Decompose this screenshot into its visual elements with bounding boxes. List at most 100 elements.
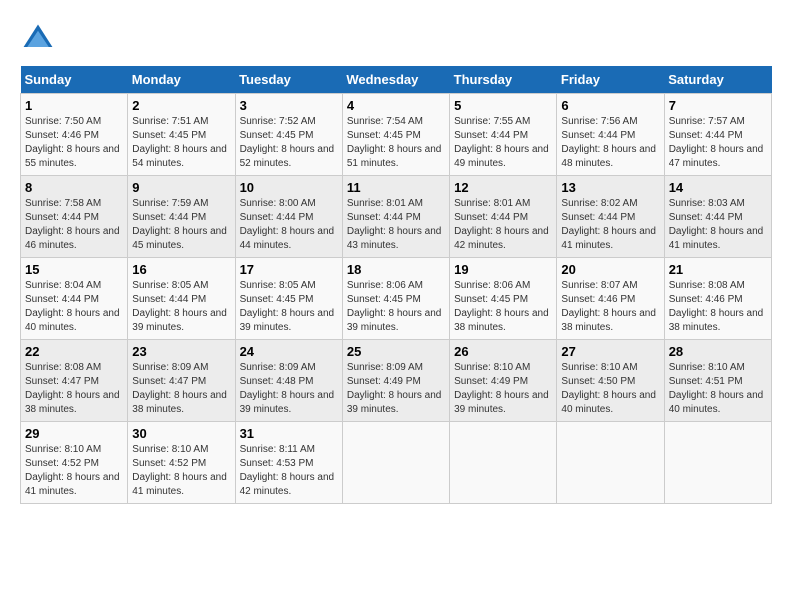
day-cell: 1 Sunrise: 7:50 AM Sunset: 4:46 PM Dayli… [21,94,128,176]
day-detail: Sunrise: 8:11 AM Sunset: 4:53 PM Dayligh… [240,443,338,499]
week-row-1: 1 Sunrise: 7:50 AM Sunset: 4:46 PM Dayli… [21,94,772,176]
day-header-friday: Friday [557,66,664,94]
header [20,20,772,56]
day-detail: Sunrise: 8:01 AM Sunset: 4:44 PM Dayligh… [454,197,552,253]
day-number: 21 [669,262,767,277]
day-number: 24 [240,344,338,359]
day-cell: 19 Sunrise: 8:06 AM Sunset: 4:45 PM Dayl… [450,258,557,340]
week-row-5: 29 Sunrise: 8:10 AM Sunset: 4:52 PM Dayl… [21,422,772,504]
day-detail: Sunrise: 7:52 AM Sunset: 4:45 PM Dayligh… [240,115,338,171]
day-cell [664,422,771,504]
day-number: 31 [240,426,338,441]
week-row-2: 8 Sunrise: 7:58 AM Sunset: 4:44 PM Dayli… [21,176,772,258]
day-cell: 18 Sunrise: 8:06 AM Sunset: 4:45 PM Dayl… [342,258,449,340]
day-detail: Sunrise: 8:10 AM Sunset: 4:52 PM Dayligh… [25,443,123,499]
day-cell: 9 Sunrise: 7:59 AM Sunset: 4:44 PM Dayli… [128,176,235,258]
day-number: 27 [561,344,659,359]
day-detail: Sunrise: 7:50 AM Sunset: 4:46 PM Dayligh… [25,115,123,171]
day-detail: Sunrise: 7:56 AM Sunset: 4:44 PM Dayligh… [561,115,659,171]
logo-icon [20,20,56,56]
day-detail: Sunrise: 8:09 AM Sunset: 4:47 PM Dayligh… [132,361,230,417]
day-cell: 12 Sunrise: 8:01 AM Sunset: 4:44 PM Dayl… [450,176,557,258]
day-detail: Sunrise: 8:06 AM Sunset: 4:45 PM Dayligh… [454,279,552,335]
day-header-thursday: Thursday [450,66,557,94]
day-detail: Sunrise: 8:00 AM Sunset: 4:44 PM Dayligh… [240,197,338,253]
day-cell: 8 Sunrise: 7:58 AM Sunset: 4:44 PM Dayli… [21,176,128,258]
day-cell: 10 Sunrise: 8:00 AM Sunset: 4:44 PM Dayl… [235,176,342,258]
day-header-wednesday: Wednesday [342,66,449,94]
day-detail: Sunrise: 8:05 AM Sunset: 4:44 PM Dayligh… [132,279,230,335]
day-number: 8 [25,180,123,195]
day-number: 20 [561,262,659,277]
day-cell [450,422,557,504]
day-detail: Sunrise: 8:10 AM Sunset: 4:50 PM Dayligh… [561,361,659,417]
day-cell: 23 Sunrise: 8:09 AM Sunset: 4:47 PM Dayl… [128,340,235,422]
day-cell: 28 Sunrise: 8:10 AM Sunset: 4:51 PM Dayl… [664,340,771,422]
day-cell: 3 Sunrise: 7:52 AM Sunset: 4:45 PM Dayli… [235,94,342,176]
day-detail: Sunrise: 8:09 AM Sunset: 4:49 PM Dayligh… [347,361,445,417]
day-detail: Sunrise: 8:06 AM Sunset: 4:45 PM Dayligh… [347,279,445,335]
week-row-4: 22 Sunrise: 8:08 AM Sunset: 4:47 PM Dayl… [21,340,772,422]
day-number: 5 [454,98,552,113]
day-cell: 13 Sunrise: 8:02 AM Sunset: 4:44 PM Dayl… [557,176,664,258]
day-cell: 22 Sunrise: 8:08 AM Sunset: 4:47 PM Dayl… [21,340,128,422]
day-detail: Sunrise: 7:57 AM Sunset: 4:44 PM Dayligh… [669,115,767,171]
day-number: 9 [132,180,230,195]
day-number: 6 [561,98,659,113]
day-number: 19 [454,262,552,277]
day-cell: 11 Sunrise: 8:01 AM Sunset: 4:44 PM Dayl… [342,176,449,258]
day-detail: Sunrise: 8:08 AM Sunset: 4:47 PM Dayligh… [25,361,123,417]
day-number: 23 [132,344,230,359]
day-cell: 31 Sunrise: 8:11 AM Sunset: 4:53 PM Dayl… [235,422,342,504]
day-detail: Sunrise: 8:10 AM Sunset: 4:49 PM Dayligh… [454,361,552,417]
day-number: 15 [25,262,123,277]
day-header-sunday: Sunday [21,66,128,94]
day-cell: 16 Sunrise: 8:05 AM Sunset: 4:44 PM Dayl… [128,258,235,340]
day-cell: 21 Sunrise: 8:08 AM Sunset: 4:46 PM Dayl… [664,258,771,340]
day-detail: Sunrise: 8:03 AM Sunset: 4:44 PM Dayligh… [669,197,767,253]
day-number: 29 [25,426,123,441]
day-number: 30 [132,426,230,441]
day-cell: 7 Sunrise: 7:57 AM Sunset: 4:44 PM Dayli… [664,94,771,176]
day-cell: 2 Sunrise: 7:51 AM Sunset: 4:45 PM Dayli… [128,94,235,176]
day-number: 25 [347,344,445,359]
day-cell: 5 Sunrise: 7:55 AM Sunset: 4:44 PM Dayli… [450,94,557,176]
day-detail: Sunrise: 8:10 AM Sunset: 4:52 PM Dayligh… [132,443,230,499]
day-header-tuesday: Tuesday [235,66,342,94]
day-number: 22 [25,344,123,359]
day-detail: Sunrise: 7:59 AM Sunset: 4:44 PM Dayligh… [132,197,230,253]
day-number: 26 [454,344,552,359]
day-cell: 6 Sunrise: 7:56 AM Sunset: 4:44 PM Dayli… [557,94,664,176]
day-number: 14 [669,180,767,195]
day-number: 4 [347,98,445,113]
day-cell: 17 Sunrise: 8:05 AM Sunset: 4:45 PM Dayl… [235,258,342,340]
day-detail: Sunrise: 7:55 AM Sunset: 4:44 PM Dayligh… [454,115,552,171]
day-number: 10 [240,180,338,195]
day-detail: Sunrise: 8:05 AM Sunset: 4:45 PM Dayligh… [240,279,338,335]
day-number: 18 [347,262,445,277]
logo [20,20,60,56]
day-number: 13 [561,180,659,195]
day-cell: 30 Sunrise: 8:10 AM Sunset: 4:52 PM Dayl… [128,422,235,504]
day-number: 12 [454,180,552,195]
day-cell: 25 Sunrise: 8:09 AM Sunset: 4:49 PM Dayl… [342,340,449,422]
day-cell: 29 Sunrise: 8:10 AM Sunset: 4:52 PM Dayl… [21,422,128,504]
day-detail: Sunrise: 8:10 AM Sunset: 4:51 PM Dayligh… [669,361,767,417]
day-number: 7 [669,98,767,113]
day-cell: 27 Sunrise: 8:10 AM Sunset: 4:50 PM Dayl… [557,340,664,422]
day-detail: Sunrise: 8:08 AM Sunset: 4:46 PM Dayligh… [669,279,767,335]
day-cell: 24 Sunrise: 8:09 AM Sunset: 4:48 PM Dayl… [235,340,342,422]
day-number: 1 [25,98,123,113]
day-cell [557,422,664,504]
day-detail: Sunrise: 8:02 AM Sunset: 4:44 PM Dayligh… [561,197,659,253]
day-detail: Sunrise: 8:04 AM Sunset: 4:44 PM Dayligh… [25,279,123,335]
day-detail: Sunrise: 7:51 AM Sunset: 4:45 PM Dayligh… [132,115,230,171]
day-detail: Sunrise: 8:07 AM Sunset: 4:46 PM Dayligh… [561,279,659,335]
day-detail: Sunrise: 8:09 AM Sunset: 4:48 PM Dayligh… [240,361,338,417]
day-number: 11 [347,180,445,195]
calendar-table: SundayMondayTuesdayWednesdayThursdayFrid… [20,66,772,504]
day-detail: Sunrise: 7:54 AM Sunset: 4:45 PM Dayligh… [347,115,445,171]
days-header-row: SundayMondayTuesdayWednesdayThursdayFrid… [21,66,772,94]
day-number: 16 [132,262,230,277]
day-header-monday: Monday [128,66,235,94]
